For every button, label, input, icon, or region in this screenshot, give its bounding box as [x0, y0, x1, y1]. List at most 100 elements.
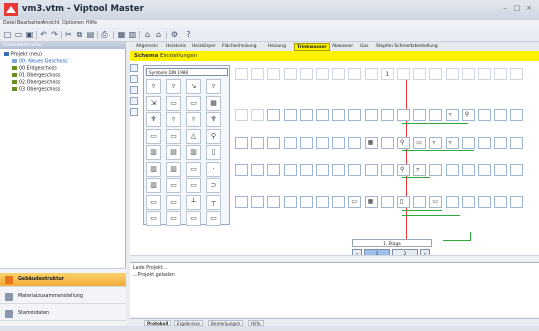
table-view-icon[interactable]: ▥: [128, 30, 137, 39]
schema-cell[interactable]: [332, 137, 346, 149]
schema-cell[interactable]: [316, 164, 329, 176]
schema-cell[interactable]: [461, 68, 475, 80]
schema-cell[interactable]: [316, 109, 329, 121]
help-icon[interactable]: ?: [184, 30, 193, 39]
schema-cell[interactable]: [348, 68, 362, 80]
schema-cell[interactable]: [235, 68, 248, 80]
schema-cell[interactable]: [494, 196, 508, 208]
schema-cell[interactable]: [316, 196, 329, 208]
palette-symbol-icon[interactable]: ▥: [146, 145, 161, 160]
palette-symbol-icon[interactable]: ▿: [186, 112, 201, 127]
palette-symbol-icon[interactable]: ▥: [166, 161, 181, 177]
schema-cell[interactable]: [235, 196, 248, 208]
menu-view[interactable]: Ansicht: [42, 21, 60, 26]
pipe-tool-icon[interactable]: [130, 86, 138, 94]
palette-symbol-icon[interactable]: ⇲: [146, 95, 161, 111]
settings-icon[interactable]: ⚙: [170, 30, 179, 39]
palette-symbol-icon[interactable]: ▿: [166, 112, 181, 127]
schema-cell[interactable]: [235, 109, 248, 121]
palette-symbol-icon[interactable]: ▭: [186, 161, 201, 177]
schema-cell[interactable]: [478, 68, 491, 80]
schema-cell[interactable]: [348, 137, 362, 149]
schema-cell[interactable]: [494, 68, 508, 80]
palette-symbol-icon[interactable]: ♆: [206, 112, 221, 127]
copy-icon[interactable]: ⧉: [75, 30, 84, 39]
subtab-schema[interactable]: Schema: [134, 53, 158, 59]
schema-cell[interactable]: [413, 109, 427, 121]
tab-gas[interactable]: Gas: [358, 43, 370, 51]
tab-general[interactable]: Allgemein: [134, 43, 160, 51]
schema-cell[interactable]: [283, 196, 297, 208]
schema-cell[interactable]: [299, 137, 313, 149]
schema-cell[interactable]: [494, 164, 508, 176]
schema-cell[interactable]: [413, 164, 427, 176]
schema-cell[interactable]: [478, 164, 491, 176]
schema-cell[interactable]: [235, 164, 248, 176]
schema-cell[interactable]: [299, 68, 313, 80]
palette-symbol-icon[interactable]: ▭: [146, 194, 161, 210]
tree-item-floor-00[interactable]: 00 Erdgeschoss: [12, 66, 57, 72]
palette-symbol-icon[interactable]: ▭: [166, 178, 181, 193]
schema-cell[interactable]: [299, 164, 313, 176]
close-button[interactable]: ×: [524, 4, 534, 13]
palette-symbol-icon[interactable]: ▭: [186, 95, 201, 111]
schema-cell[interactable]: [267, 109, 281, 121]
schema-cell[interactable]: [283, 137, 297, 149]
schema-cell[interactable]: 1: [380, 68, 394, 80]
menu-help[interactable]: Hilfe: [86, 21, 97, 26]
schema-cell[interactable]: [510, 196, 524, 208]
schema-cell[interactable]: [445, 164, 459, 176]
schema-cell[interactable]: [267, 196, 281, 208]
subtab-settings[interactable]: Einstellungen: [160, 53, 197, 59]
add-tool-icon[interactable]: [130, 75, 138, 83]
pointer-tool-icon[interactable]: [130, 64, 138, 72]
new-file-icon[interactable]: □: [3, 30, 12, 39]
palette-symbol-icon[interactable]: ⊃: [206, 178, 221, 193]
schema-cell[interactable]: [510, 164, 524, 176]
schema-cell[interactable]: [332, 68, 346, 80]
schema-cell[interactable]: [316, 137, 329, 149]
schema-cell[interactable]: [299, 196, 313, 208]
building-icon[interactable]: ⌂: [143, 30, 152, 39]
tree-item-floor-02[interactable]: 02 Obergeschoss: [12, 80, 60, 86]
schema-cell[interactable]: [380, 196, 394, 208]
schema-cell[interactable]: [461, 196, 475, 208]
schema-cell[interactable]: [332, 109, 346, 121]
tab-heating-circuit[interactable]: Heizkreis: [164, 43, 188, 51]
schema-cell[interactable]: [397, 68, 410, 80]
schema-cell[interactable]: [461, 137, 475, 149]
schema-cell[interactable]: [397, 109, 410, 121]
tree-item-new-floor[interactable]: 00: Neues Geschoss: [12, 59, 68, 65]
palette-symbol-icon[interactable]: ▿: [146, 79, 161, 94]
palette-symbol-icon[interactable]: ▭: [166, 194, 181, 210]
schema-cell[interactable]: [299, 109, 313, 121]
schema-cell[interactable]: [251, 109, 265, 121]
nav-master-data[interactable]: Stammdaten: [0, 307, 126, 321]
symbol-set-select[interactable]: Symbole DIN 1988: [146, 68, 228, 76]
schema-cell[interactable]: [316, 68, 329, 80]
palette-symbol-icon[interactable]: ▿: [206, 79, 221, 94]
palette-symbol-icon[interactable]: ▭: [166, 128, 181, 144]
maximize-button[interactable]: □: [512, 4, 522, 13]
schema-cell[interactable]: [380, 109, 394, 121]
paste-icon[interactable]: ▤: [86, 30, 95, 39]
schema-cell[interactable]: [283, 109, 297, 121]
schema-cell[interactable]: [397, 196, 410, 208]
tab-heating[interactable]: Heizung: [266, 43, 288, 51]
schema-cell[interactable]: [332, 164, 346, 176]
palette-symbol-icon[interactable]: ♆: [146, 112, 161, 127]
palette-symbol-icon[interactable]: ▭: [166, 211, 181, 226]
schema-cell[interactable]: [478, 196, 491, 208]
tab-plugs[interactable]: Stopfen Schmeltzbestellung: [374, 43, 440, 51]
schema-cell[interactable]: [364, 109, 378, 121]
palette-symbol-icon[interactable]: ▯: [206, 145, 221, 160]
schema-cell[interactable]: [494, 137, 508, 149]
palette-symbol-icon[interactable]: ▥: [146, 178, 161, 193]
schema-cell[interactable]: [445, 196, 459, 208]
schema-cell[interactable]: [461, 164, 475, 176]
minimize-button[interactable]: –: [500, 4, 510, 13]
schema-cell[interactable]: [364, 164, 378, 176]
undo-icon[interactable]: ↶: [39, 30, 48, 39]
schema-cell[interactable]: [267, 164, 281, 176]
schema-cell[interactable]: [251, 68, 265, 80]
